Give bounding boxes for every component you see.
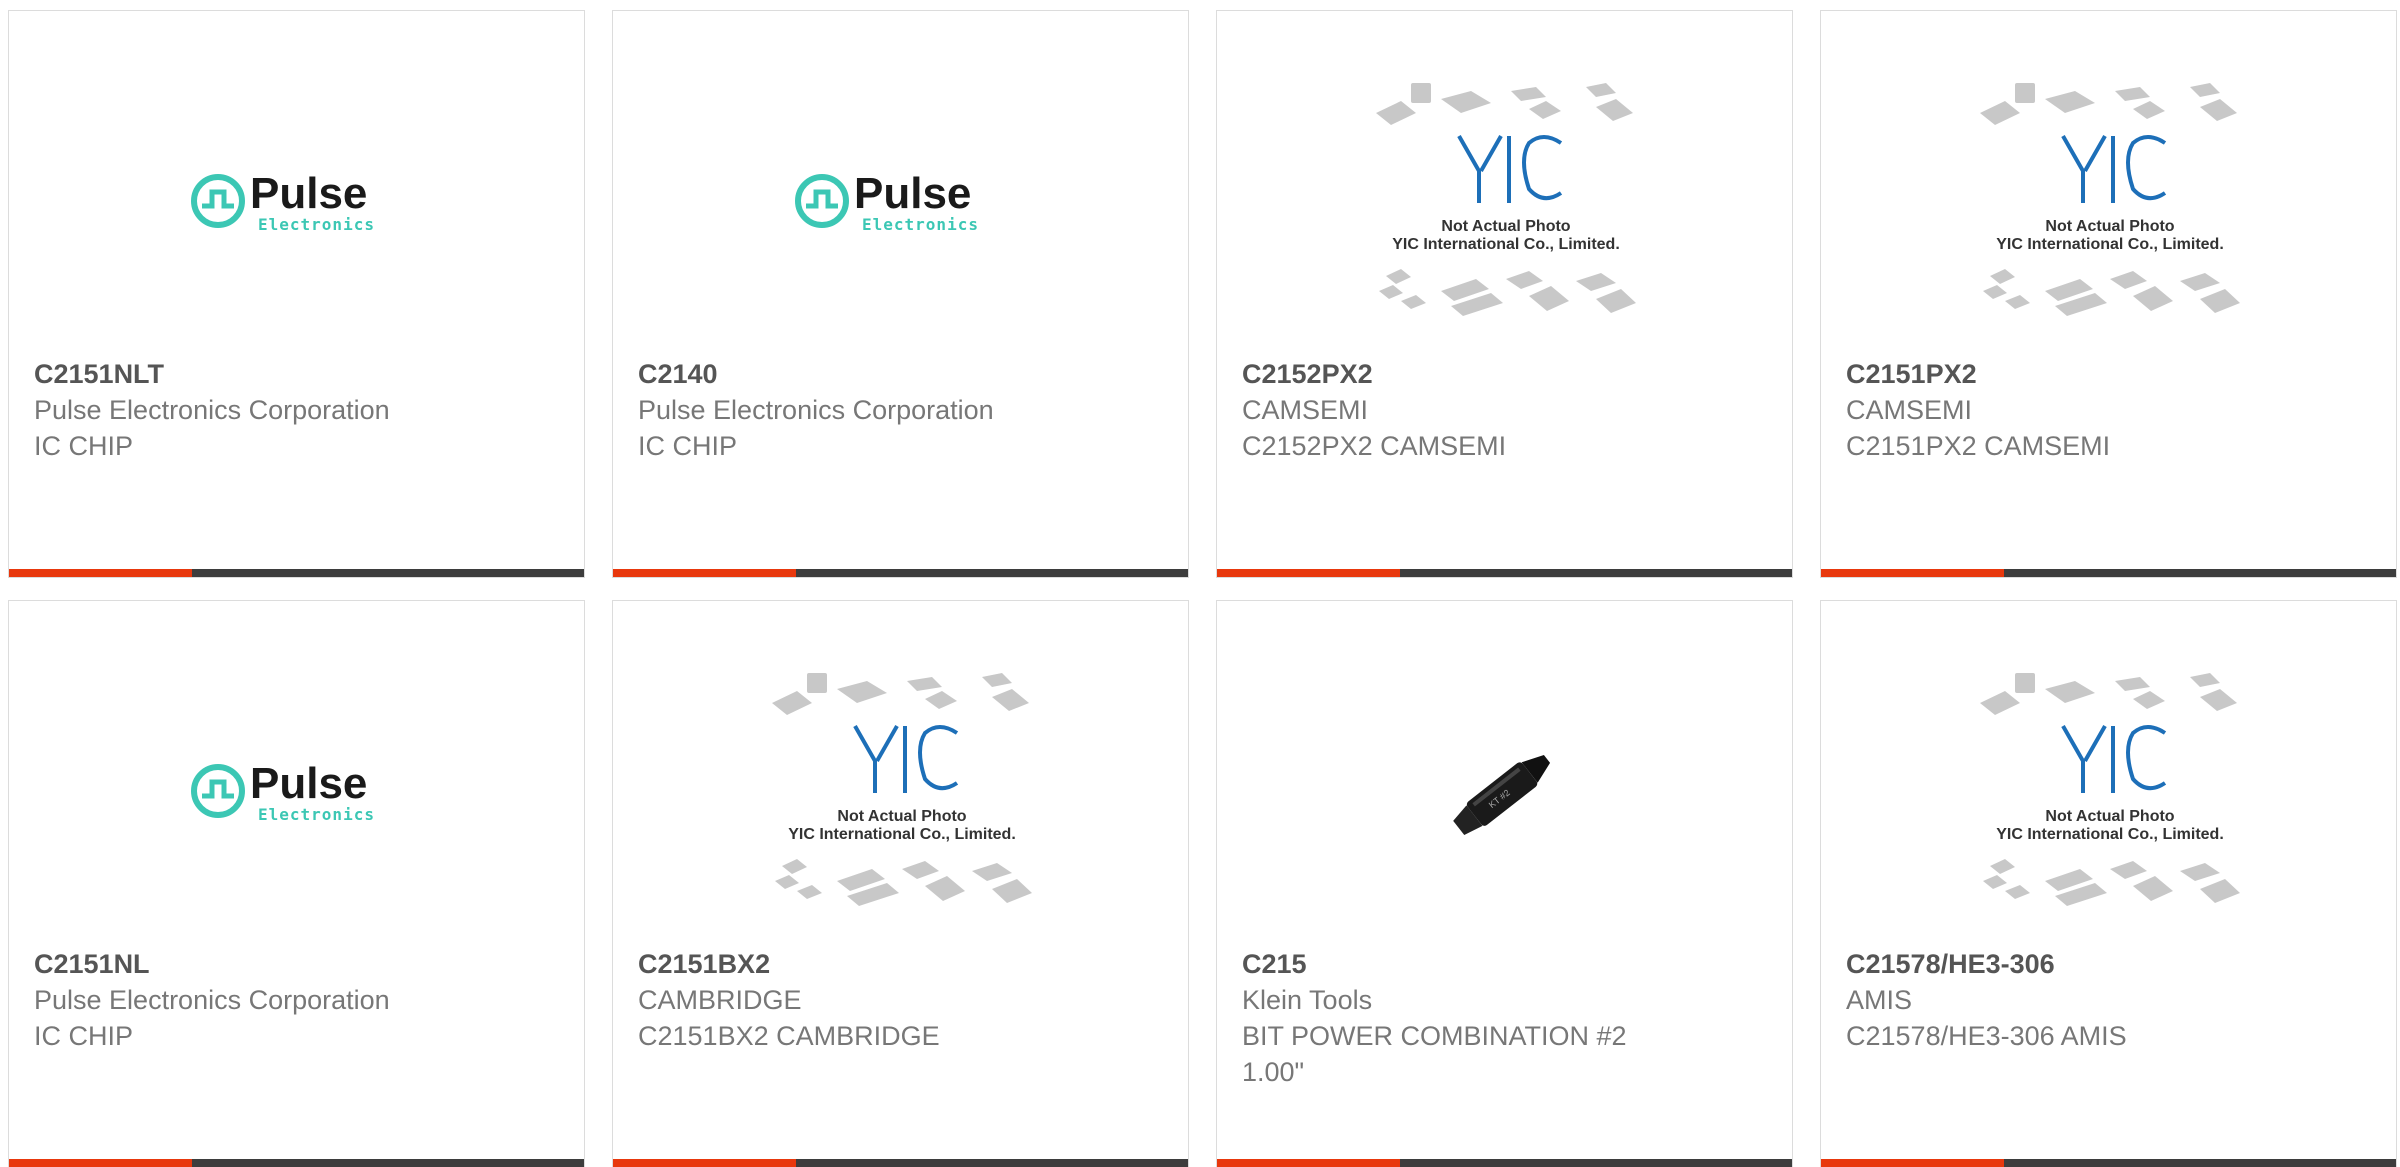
card-footer-accent bbox=[1821, 1159, 2004, 1167]
manufacturer: Pulse Electronics Corporation bbox=[638, 395, 994, 425]
product-image[interactable]: Not Actual Photo YIC International Co., … bbox=[613, 641, 1188, 941]
card-footer-accent bbox=[613, 569, 796, 577]
card-footer-accent bbox=[1217, 569, 1400, 577]
card-footer-bar bbox=[9, 569, 584, 577]
svg-text:Pulse: Pulse bbox=[250, 759, 367, 808]
svg-text:Electronics: Electronics bbox=[258, 805, 375, 824]
svg-text:Electronics: Electronics bbox=[258, 215, 375, 234]
product-card[interactable]: KT #2 C215 Klein Tools BIT POWER COMBINA… bbox=[1216, 600, 1793, 1167]
manufacturer: Pulse Electronics Corporation bbox=[34, 985, 390, 1015]
product-image[interactable]: Not Actual Photo YIC International Co., … bbox=[1821, 51, 2396, 351]
part-number[interactable]: C215 bbox=[1242, 946, 1762, 982]
card-footer-bar bbox=[1821, 1159, 2396, 1167]
part-number[interactable]: C21578/HE3-306 bbox=[1846, 946, 2366, 982]
product-card[interactable]: Not Actual Photo YIC International Co., … bbox=[1820, 600, 2397, 1167]
svg-text:Not Actual Photo: Not Actual Photo bbox=[2045, 218, 2174, 235]
manufacturer: AMIS bbox=[1846, 985, 1913, 1015]
description: C2152PX2 CAMSEMI bbox=[1242, 431, 1507, 461]
svg-text:Pulse: Pulse bbox=[854, 169, 971, 218]
part-number[interactable]: C2151NLT bbox=[34, 356, 554, 392]
manufacturer: Pulse Electronics Corporation bbox=[34, 395, 390, 425]
pulse-logo-icon: Pulse Electronics bbox=[794, 169, 979, 234]
description: IC CHIP bbox=[34, 431, 134, 461]
description: C2151PX2 CAMSEMI bbox=[1846, 431, 2111, 461]
svg-text:YIC International Co., Limited: YIC International Co., Limited. bbox=[1392, 236, 1620, 253]
product-image[interactable]: Not Actual Photo YIC International Co., … bbox=[1821, 641, 2396, 941]
svg-text:YIC International Co., Limited: YIC International Co., Limited. bbox=[1996, 826, 2224, 843]
part-number[interactable]: C2151NL bbox=[34, 946, 554, 982]
manufacturer: CAMBRIDGE bbox=[638, 985, 802, 1015]
description: C21578/HE3-306 AMIS bbox=[1846, 1021, 2127, 1051]
card-footer-bar bbox=[613, 1159, 1188, 1167]
card-footer-bar bbox=[1217, 569, 1792, 577]
product-image[interactable]: Pulse Electronics bbox=[9, 641, 584, 941]
card-footer-accent bbox=[1217, 1159, 1400, 1167]
part-number[interactable]: C2140 bbox=[638, 356, 1158, 392]
product-card[interactable]: Not Actual Photo YIC International Co., … bbox=[1216, 10, 1793, 578]
yic-placeholder-icon: Not Actual Photo YIC International Co., … bbox=[1979, 673, 2240, 906]
pulse-logo-icon: Pulse Electronics bbox=[190, 759, 375, 824]
svg-text:Pulse: Pulse bbox=[250, 169, 367, 218]
yic-placeholder-icon: Not Actual Photo YIC International Co., … bbox=[1979, 83, 2240, 316]
manufacturer: CAMSEMI bbox=[1846, 395, 1973, 425]
manufacturer: Klein Tools bbox=[1242, 985, 1373, 1015]
product-image[interactable]: Pulse Electronics bbox=[613, 51, 1188, 351]
part-number[interactable]: C2152PX2 bbox=[1242, 356, 1762, 392]
svg-text:Not Actual Photo: Not Actual Photo bbox=[2045, 808, 2174, 825]
description: C2151BX2 CAMBRIDGE bbox=[638, 1021, 940, 1051]
card-footer-accent bbox=[1821, 569, 2004, 577]
yic-placeholder-icon: Not Actual Photo YIC International Co., … bbox=[1375, 83, 1636, 316]
description: IC CHIP bbox=[638, 431, 738, 461]
product-image[interactable]: Not Actual Photo YIC International Co., … bbox=[1217, 51, 1792, 351]
card-footer-bar bbox=[613, 569, 1188, 577]
svg-text:YIC International Co., Limited: YIC International Co., Limited. bbox=[1996, 236, 2224, 253]
svg-text:YIC International Co., Limited: YIC International Co., Limited. bbox=[788, 826, 1016, 843]
part-number[interactable]: C2151BX2 bbox=[638, 946, 1158, 982]
part-number[interactable]: C2151PX2 bbox=[1846, 356, 2366, 392]
product-card[interactable]: Pulse Electronics C2140 Pulse Electronic… bbox=[612, 10, 1189, 578]
yic-placeholder-icon: Not Actual Photo YIC International Co., … bbox=[771, 673, 1032, 906]
svg-text:Electronics: Electronics bbox=[862, 215, 979, 234]
manufacturer: CAMSEMI bbox=[1242, 395, 1369, 425]
product-card[interactable]: Not Actual Photo YIC International Co., … bbox=[612, 600, 1189, 1167]
card-footer-accent bbox=[9, 569, 192, 577]
product-card[interactable]: Not Actual Photo YIC International Co., … bbox=[1820, 10, 2397, 578]
product-image[interactable]: Pulse Electronics bbox=[9, 51, 584, 351]
svg-text:Not Actual Photo: Not Actual Photo bbox=[1441, 218, 1570, 235]
card-footer-bar bbox=[1217, 1159, 1792, 1167]
svg-text:Not Actual Photo: Not Actual Photo bbox=[837, 808, 966, 825]
card-footer-bar bbox=[1821, 569, 2396, 577]
product-card[interactable]: Pulse Electronics C2151NLT Pulse Electro… bbox=[8, 10, 585, 578]
card-footer-accent bbox=[9, 1159, 192, 1167]
product-card[interactable]: Pulse Electronics C2151NL Pulse Electron… bbox=[8, 600, 585, 1167]
product-grid: Pulse Electronics C2151NLT Pulse Electro… bbox=[0, 0, 2400, 1167]
product-image[interactable]: KT #2 bbox=[1217, 641, 1792, 941]
card-footer-bar bbox=[9, 1159, 584, 1167]
screwdriver-bit-icon: KT #2 bbox=[1452, 755, 1550, 836]
pulse-logo-icon: Pulse Electronics bbox=[190, 169, 375, 234]
card-footer-accent bbox=[613, 1159, 796, 1167]
description: IC CHIP bbox=[34, 1021, 134, 1051]
description: BIT POWER COMBINATION #2 1.00" bbox=[1242, 1021, 1627, 1087]
